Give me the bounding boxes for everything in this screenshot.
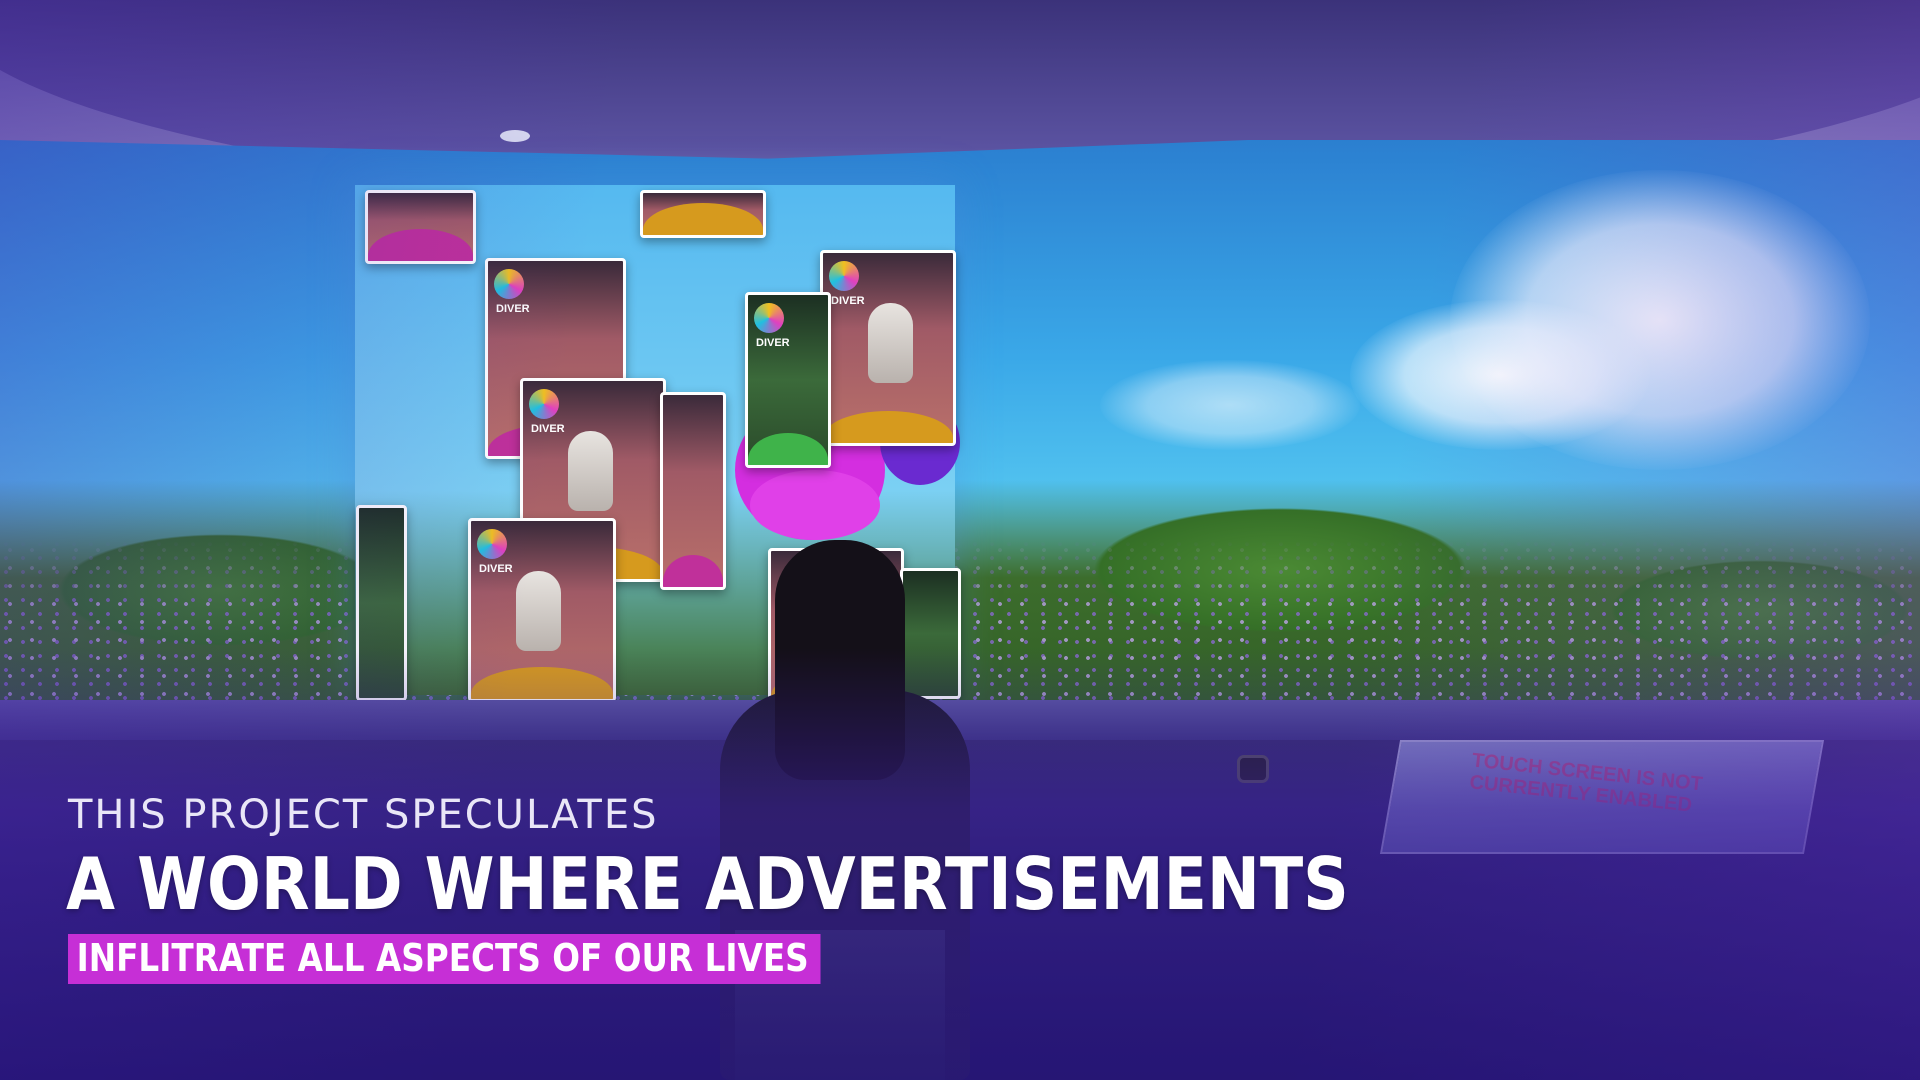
ad-brand: DIVER (831, 295, 865, 307)
ad-card-banner (663, 555, 723, 587)
ceiling-light (500, 130, 530, 142)
magenta-blob (750, 470, 880, 540)
ad-card: DIVER (820, 250, 956, 446)
brand-logo-icon (754, 303, 784, 333)
ad-card: DIVER (468, 518, 616, 702)
ad-card-banner (471, 667, 613, 699)
ad-brand: DIVER (479, 563, 513, 575)
caption-line-2: A WORLD WHERE ADVERTISEMENTS (66, 842, 1349, 926)
caption-line-1: THIS PROJECT SPECULATES (68, 792, 659, 838)
astronaut-image (516, 571, 561, 651)
cloud (1100, 360, 1360, 450)
astronaut-image (568, 431, 613, 511)
ad-card (365, 190, 476, 264)
brand-logo-icon (529, 389, 559, 419)
cloud (1350, 300, 1650, 450)
person-hair (775, 540, 905, 780)
caption-highlight-line: INFLITRATE ALL ASPECTS OF OUR LIVES (68, 934, 821, 984)
ad-card-banner (748, 433, 828, 465)
ad-card-banner (368, 229, 473, 261)
ad-card-banner (823, 411, 953, 443)
brand-logo-icon (829, 261, 859, 291)
brand-logo-icon (494, 269, 524, 299)
ad-card (900, 568, 961, 699)
ad-brand: DIVER (756, 337, 790, 349)
ad-card (660, 392, 726, 590)
ad-card: DIVER (745, 292, 831, 468)
ad-card (356, 505, 407, 701)
ad-brand: DIVER (531, 423, 565, 435)
webcam (1240, 758, 1266, 780)
astronaut-image (868, 303, 913, 383)
ad-card-banner (643, 203, 763, 235)
ad-card (640, 190, 766, 238)
brand-logo-icon (477, 529, 507, 559)
ad-brand: DIVER (496, 303, 530, 315)
